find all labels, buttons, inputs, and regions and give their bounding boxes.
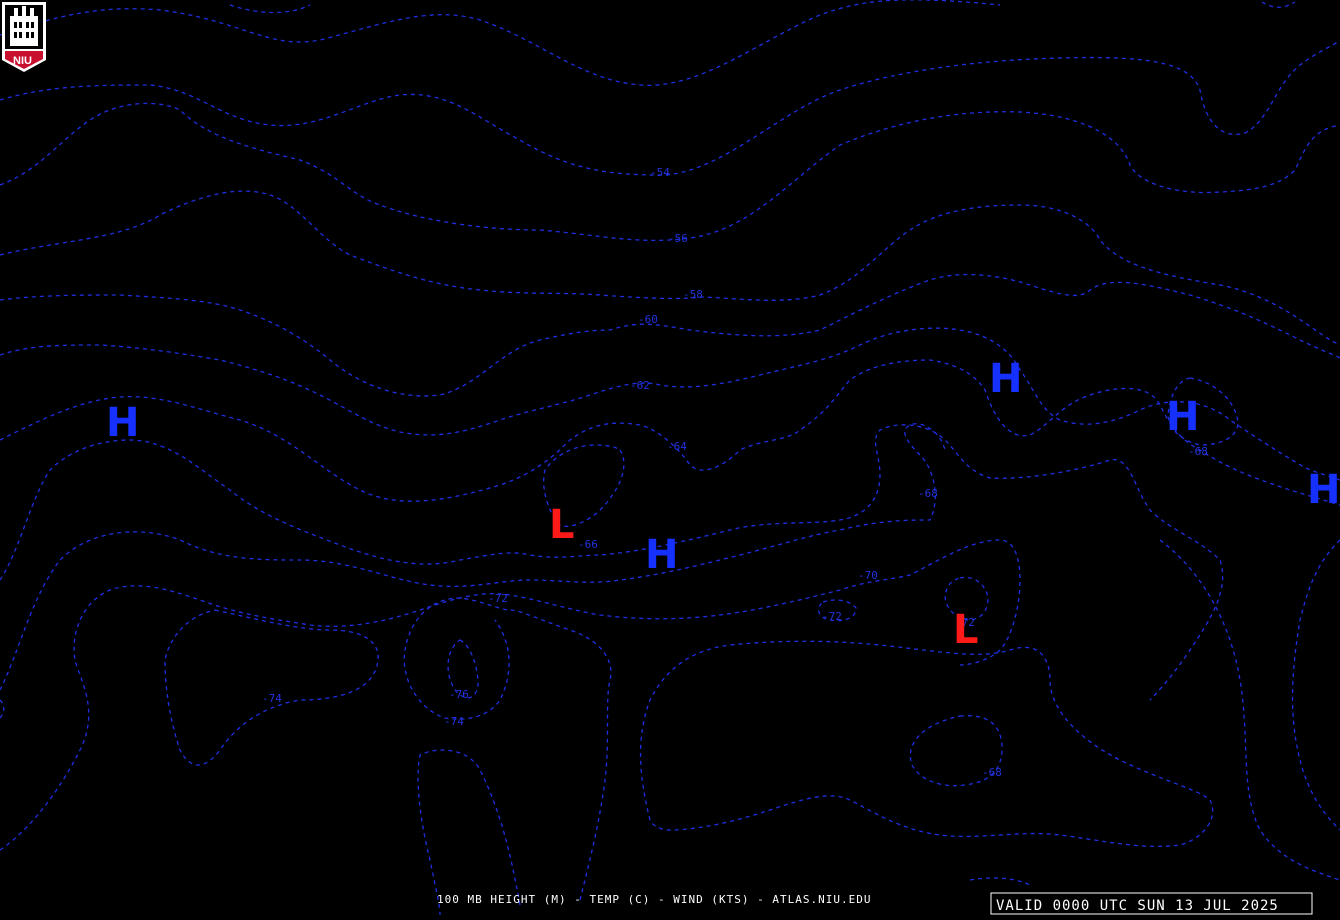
contour-label: -62 bbox=[630, 379, 650, 392]
contour-label: -68 bbox=[918, 487, 938, 500]
contour-map-canvas: -54 -56 -58 -60 -62 -64 -66 -68 -70 -72 … bbox=[0, 0, 1340, 916]
contour-label: -66 bbox=[578, 538, 598, 551]
contour-line bbox=[1291, 539, 1340, 831]
contour-line bbox=[0, 190, 1340, 346]
contour-line bbox=[417, 749, 521, 916]
contour-line bbox=[0, 359, 1340, 506]
contour-label: -54 bbox=[650, 166, 670, 179]
contour-line bbox=[0, 273, 1340, 397]
high-center-marker: H bbox=[989, 356, 1022, 402]
contour-line bbox=[0, 102, 1340, 242]
high-center-marker: H bbox=[645, 532, 678, 578]
contour-line bbox=[639, 640, 1214, 847]
contour-line bbox=[0, 39, 1340, 176]
contour-line bbox=[0, 424, 1224, 701]
contour-label: -56 bbox=[668, 232, 688, 245]
contour-labels: -54 -56 -58 -60 -62 -64 -66 -68 -70 -72 … bbox=[262, 166, 1208, 779]
contour-line bbox=[0, 0, 1001, 86]
contour-label: -68 bbox=[982, 766, 1002, 779]
valid-time-box: VALID 0000 UTC SUN 13 JUL 2025 bbox=[990, 892, 1313, 915]
niu-tower-logo-icon: NIU bbox=[2, 2, 46, 72]
logo-text: NIU bbox=[13, 55, 32, 67]
contour-label: -60 bbox=[638, 313, 658, 326]
contour-label: -68 bbox=[1188, 445, 1208, 458]
contour-line bbox=[0, 539, 1021, 851]
pressure-centers: H H H H H L L bbox=[106, 356, 1340, 653]
isotherm-contours bbox=[0, 0, 1340, 916]
contour-line bbox=[164, 609, 379, 766]
contour-label: -72 bbox=[488, 592, 508, 605]
contour-line bbox=[403, 597, 612, 901]
contour-label: -70 bbox=[858, 569, 878, 582]
contour-line bbox=[0, 699, 5, 719]
contour-label: -74 bbox=[262, 692, 282, 705]
high-center-marker: H bbox=[1307, 467, 1340, 513]
contour-label: -76 bbox=[449, 688, 469, 701]
low-center-marker: L bbox=[549, 502, 575, 548]
high-center-marker: H bbox=[1166, 394, 1199, 440]
contour-line bbox=[0, 327, 1340, 481]
contour-line bbox=[969, 877, 1031, 886]
contour-label: -58 bbox=[683, 288, 703, 301]
contour-line bbox=[1261, 1, 1296, 8]
valid-time-label: VALID 0000 UTC SUN 13 JUL 2025 bbox=[996, 898, 1279, 914]
high-center-marker: H bbox=[106, 400, 139, 446]
contour-line bbox=[229, 4, 311, 14]
contour-line bbox=[1159, 539, 1340, 881]
contour-label: -74 bbox=[444, 715, 464, 728]
contour-label: -72 bbox=[822, 610, 842, 623]
contour-label: -64 bbox=[667, 440, 687, 453]
weather-map: -54 -56 -58 -60 -62 -64 -66 -68 -70 -72 … bbox=[0, 0, 1340, 920]
contour-line bbox=[0, 423, 946, 691]
map-caption: 100 MB HEIGHT (M) - TEMP (C) - WIND (KTS… bbox=[437, 893, 872, 906]
low-center-marker: L bbox=[953, 607, 979, 653]
